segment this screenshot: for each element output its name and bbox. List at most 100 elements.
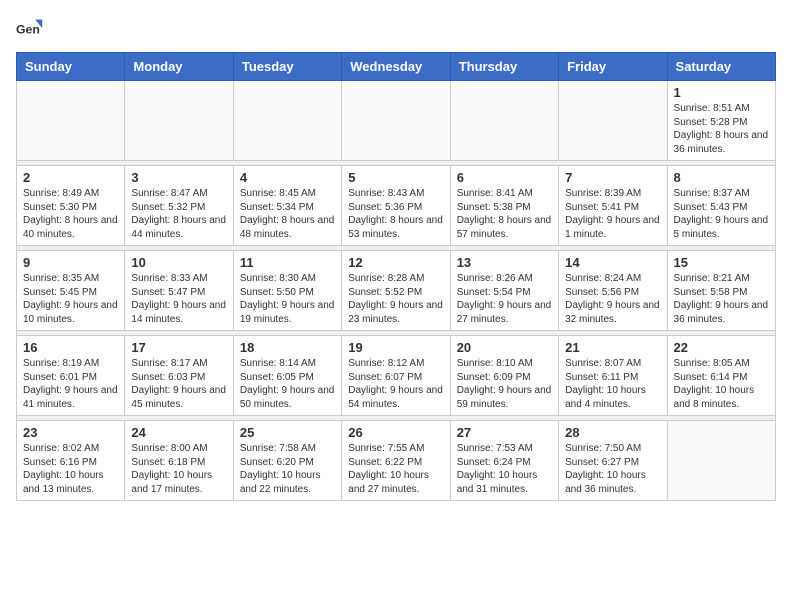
day-number: 4 [240, 170, 335, 185]
day-number: 9 [23, 255, 118, 270]
day-info: Sunrise: 8:19 AM Sunset: 6:01 PM Dayligh… [23, 357, 118, 411]
day-number: 10 [131, 255, 226, 270]
day-info: Sunrise: 8:39 AM Sunset: 5:41 PM Dayligh… [565, 187, 660, 241]
day-info: Sunrise: 8:45 AM Sunset: 5:34 PM Dayligh… [240, 187, 335, 241]
day-number: 7 [565, 170, 660, 185]
weekday-header-friday: Friday [559, 53, 667, 81]
day-number: 8 [674, 170, 769, 185]
day-info: Sunrise: 8:41 AM Sunset: 5:38 PM Dayligh… [457, 187, 552, 241]
calendar-cell: 8 Sunrise: 8:37 AM Sunset: 5:43 PM Daylig… [667, 166, 775, 246]
day-number: 16 [23, 340, 118, 355]
weekday-header-tuesday: Tuesday [233, 53, 341, 81]
day-number: 5 [348, 170, 443, 185]
day-info: Sunrise: 8:47 AM Sunset: 5:32 PM Dayligh… [131, 187, 226, 241]
day-info: Sunrise: 8:35 AM Sunset: 5:45 PM Dayligh… [23, 272, 118, 326]
calendar-cell [667, 421, 775, 501]
calendar-cell: 2 Sunrise: 8:49 AM Sunset: 5:30 PM Daylig… [17, 166, 125, 246]
weekday-header-thursday: Thursday [450, 53, 558, 81]
calendar-cell [125, 81, 233, 161]
calendar-cell: 18 Sunrise: 8:14 AM Sunset: 6:05 PM Dayli… [233, 336, 341, 416]
day-number: 2 [23, 170, 118, 185]
calendar-cell: 13 Sunrise: 8:26 AM Sunset: 5:54 PM Dayli… [450, 251, 558, 331]
day-number: 17 [131, 340, 226, 355]
day-number: 19 [348, 340, 443, 355]
calendar-cell [342, 81, 450, 161]
calendar-cell [233, 81, 341, 161]
week-row-5: 23 Sunrise: 8:02 AM Sunset: 6:16 PM Dayli… [17, 421, 776, 501]
day-info: Sunrise: 8:49 AM Sunset: 5:30 PM Dayligh… [23, 187, 118, 241]
logo: Gen [16, 16, 48, 44]
day-number: 15 [674, 255, 769, 270]
day-info: Sunrise: 8:14 AM Sunset: 6:05 PM Dayligh… [240, 357, 335, 411]
weekday-header-saturday: Saturday [667, 53, 775, 81]
calendar-cell [559, 81, 667, 161]
week-row-1: 1 Sunrise: 8:51 AM Sunset: 5:28 PM Daylig… [17, 81, 776, 161]
weekday-header-sunday: Sunday [17, 53, 125, 81]
day-info: Sunrise: 8:51 AM Sunset: 5:28 PM Dayligh… [674, 102, 769, 156]
day-info: Sunrise: 8:07 AM Sunset: 6:11 PM Dayligh… [565, 357, 660, 411]
day-info: Sunrise: 8:37 AM Sunset: 5:43 PM Dayligh… [674, 187, 769, 241]
day-number: 26 [348, 425, 443, 440]
week-row-4: 16 Sunrise: 8:19 AM Sunset: 6:01 PM Dayli… [17, 336, 776, 416]
day-info: Sunrise: 7:50 AM Sunset: 6:27 PM Dayligh… [565, 442, 660, 496]
day-number: 13 [457, 255, 552, 270]
calendar-cell: 12 Sunrise: 8:28 AM Sunset: 5:52 PM Dayli… [342, 251, 450, 331]
day-number: 24 [131, 425, 226, 440]
calendar-cell: 21Sunrise: 8:07 AM Sunset: 6:11 PM Dayli… [559, 336, 667, 416]
day-info: Sunrise: 8:05 AM Sunset: 6:14 PM Dayligh… [674, 357, 769, 411]
svg-text:Gen: Gen [16, 23, 40, 37]
day-info: Sunrise: 8:28 AM Sunset: 5:52 PM Dayligh… [348, 272, 443, 326]
header: Gen [16, 16, 776, 44]
day-info: Sunrise: 8:24 AM Sunset: 5:56 PM Dayligh… [565, 272, 660, 326]
calendar-cell: 14 Sunrise: 8:24 AM Sunset: 5:56 PM Dayli… [559, 251, 667, 331]
calendar-cell: 4 Sunrise: 8:45 AM Sunset: 5:34 PM Daylig… [233, 166, 341, 246]
calendar-cell: 24 Sunrise: 8:00 AM Sunset: 6:18 PM Dayli… [125, 421, 233, 501]
day-info: Sunrise: 8:00 AM Sunset: 6:18 PM Dayligh… [131, 442, 226, 496]
day-number: 14 [565, 255, 660, 270]
day-number: 6 [457, 170, 552, 185]
logo-icon: Gen [16, 16, 44, 44]
calendar-cell: 5Sunrise: 8:43 AM Sunset: 5:36 PM Daylig… [342, 166, 450, 246]
day-info: Sunrise: 7:53 AM Sunset: 6:24 PM Dayligh… [457, 442, 552, 496]
calendar-cell: 9 Sunrise: 8:35 AM Sunset: 5:45 PM Daylig… [17, 251, 125, 331]
day-info: Sunrise: 8:17 AM Sunset: 6:03 PM Dayligh… [131, 357, 226, 411]
calendar-cell: 10 Sunrise: 8:33 AM Sunset: 5:47 PM Dayli… [125, 251, 233, 331]
calendar-cell: 1 Sunrise: 8:51 AM Sunset: 5:28 PM Daylig… [667, 81, 775, 161]
day-info: Sunrise: 8:33 AM Sunset: 5:47 PM Dayligh… [131, 272, 226, 326]
calendar-cell: 6 Sunrise: 8:41 AM Sunset: 5:38 PM Daylig… [450, 166, 558, 246]
day-number: 23 [23, 425, 118, 440]
day-number: 27 [457, 425, 552, 440]
day-info: Sunrise: 7:55 AM Sunset: 6:22 PM Dayligh… [348, 442, 443, 496]
calendar-cell: 7 Sunrise: 8:39 AM Sunset: 5:41 PM Daylig… [559, 166, 667, 246]
day-info: Sunrise: 8:26 AM Sunset: 5:54 PM Dayligh… [457, 272, 552, 326]
day-number: 25 [240, 425, 335, 440]
weekday-header-wednesday: Wednesday [342, 53, 450, 81]
weekday-header-row: SundayMondayTuesdayWednesdayThursdayFrid… [17, 53, 776, 81]
calendar-cell: 28 Sunrise: 7:50 AM Sunset: 6:27 PM Dayli… [559, 421, 667, 501]
calendar: SundayMondayTuesdayWednesdayThursdayFrid… [16, 52, 776, 501]
day-info: Sunrise: 8:10 AM Sunset: 6:09 PM Dayligh… [457, 357, 552, 411]
calendar-cell: 19Sunrise: 8:12 AM Sunset: 6:07 PM Dayli… [342, 336, 450, 416]
day-number: 28 [565, 425, 660, 440]
day-number: 11 [240, 255, 335, 270]
calendar-cell [17, 81, 125, 161]
day-info: Sunrise: 8:30 AM Sunset: 5:50 PM Dayligh… [240, 272, 335, 326]
calendar-cell: 27 Sunrise: 7:53 AM Sunset: 6:24 PM Dayli… [450, 421, 558, 501]
week-row-2: 2 Sunrise: 8:49 AM Sunset: 5:30 PM Daylig… [17, 166, 776, 246]
day-info: Sunrise: 8:02 AM Sunset: 6:16 PM Dayligh… [23, 442, 118, 496]
calendar-cell: 17 Sunrise: 8:17 AM Sunset: 6:03 PM Dayli… [125, 336, 233, 416]
day-number: 18 [240, 340, 335, 355]
calendar-cell: 23 Sunrise: 8:02 AM Sunset: 6:16 PM Dayli… [17, 421, 125, 501]
day-number: 3 [131, 170, 226, 185]
day-info: Sunrise: 8:21 AM Sunset: 5:58 PM Dayligh… [674, 272, 769, 326]
day-number: 12 [348, 255, 443, 270]
calendar-cell: 16 Sunrise: 8:19 AM Sunset: 6:01 PM Dayli… [17, 336, 125, 416]
calendar-cell: 11 Sunrise: 8:30 AM Sunset: 5:50 PM Dayli… [233, 251, 341, 331]
calendar-cell: 26 Sunrise: 7:55 AM Sunset: 6:22 PM Dayli… [342, 421, 450, 501]
calendar-cell: 25Sunrise: 7:58 AM Sunset: 6:20 PM Dayli… [233, 421, 341, 501]
week-row-3: 9 Sunrise: 8:35 AM Sunset: 5:45 PM Daylig… [17, 251, 776, 331]
day-number: 1 [674, 85, 769, 100]
day-number: 22 [674, 340, 769, 355]
calendar-cell: 15 Sunrise: 8:21 AM Sunset: 5:58 PM Dayli… [667, 251, 775, 331]
calendar-cell [450, 81, 558, 161]
